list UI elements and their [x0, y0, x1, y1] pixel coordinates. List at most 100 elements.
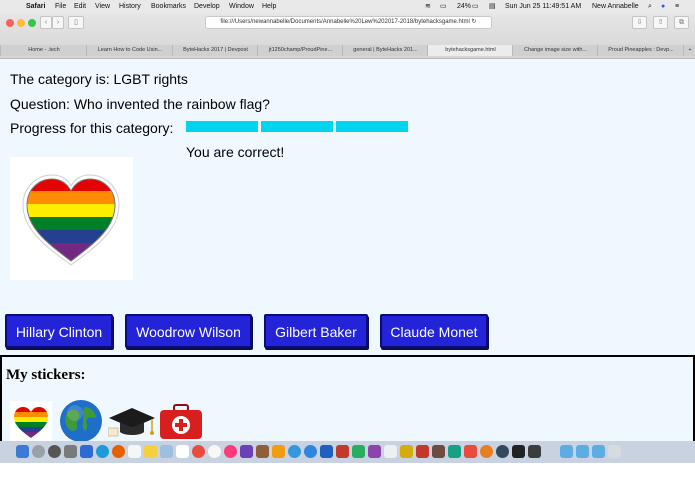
tab-github[interactable]: jt1250champ/ProudPine... [257, 45, 343, 56]
sketch-icon[interactable] [400, 445, 413, 458]
imovie-icon[interactable] [240, 445, 253, 458]
tab-bar: Home - .tech Learn How to Code Usin... B… [0, 45, 695, 58]
progress-label: Progress for this category: [10, 120, 174, 136]
zoom-window-button[interactable] [28, 19, 36, 27]
tab-devpost[interactable]: ByteHacks 2017 | Devpost [172, 45, 258, 56]
quicktime-icon[interactable] [496, 445, 509, 458]
textedit-icon[interactable] [128, 445, 141, 458]
ibooks-icon[interactable] [272, 445, 285, 458]
chrome-icon[interactable] [208, 445, 221, 458]
menu-view[interactable]: View [95, 0, 110, 13]
graduation-cap-sticker [107, 406, 156, 445]
notes-icon[interactable] [144, 445, 157, 458]
brackets-icon[interactable] [480, 445, 493, 458]
notification-center-icon[interactable]: ≡ [675, 0, 679, 13]
tab-bytehacksgame[interactable]: bytehacksgame.html [427, 45, 513, 56]
progress-segment [261, 121, 333, 132]
activity-monitor-icon[interactable] [528, 445, 541, 458]
menu-bar: Safari File Edit View History Bookmarks … [0, 0, 695, 13]
tab-proud-pineapples[interactable]: Proud Pineapples : Devp... [597, 45, 684, 56]
wifi-icon[interactable]: ≋ [425, 0, 431, 13]
acrobat-icon[interactable] [464, 445, 477, 458]
menu-user[interactable]: New Annabelle [592, 0, 639, 13]
excel-icon[interactable] [352, 445, 365, 458]
app-store-icon[interactable] [80, 445, 93, 458]
first-aid-kit-icon [160, 404, 202, 439]
minimize-window-button[interactable] [17, 19, 25, 27]
tab-change-image[interactable]: Change image size with... [512, 45, 598, 56]
menu-file[interactable]: File [55, 0, 66, 13]
onenote-icon[interactable] [368, 445, 381, 458]
new-tab-button[interactable]: + [683, 45, 695, 56]
tab-learn-code[interactable]: Learn How to Code Usin... [86, 45, 173, 56]
flag-input-icon[interactable]: ▤ [489, 0, 496, 13]
minecraft-icon[interactable] [432, 445, 445, 458]
word-icon[interactable] [320, 445, 333, 458]
menu-edit[interactable]: Edit [74, 0, 86, 13]
close-window-button[interactable] [6, 19, 14, 27]
category-text: The category is: LGBT rights [10, 71, 188, 87]
photo-booth-icon[interactable] [64, 445, 77, 458]
share-icon[interactable]: ⇧ [653, 16, 668, 29]
siri-icon[interactable]: ● [661, 0, 665, 13]
firefox-icon[interactable] [112, 445, 125, 458]
forward-button[interactable]: › [52, 16, 64, 29]
screen-bottom [0, 463, 695, 494]
tab-slack-general[interactable]: general | ByteHacks 201... [342, 45, 428, 56]
progress-segment [336, 121, 408, 132]
menu-history[interactable]: History [119, 0, 141, 13]
itunes-icon[interactable] [224, 445, 237, 458]
answer-button-gilbert-baker[interactable]: Gilbert Baker [264, 314, 368, 348]
preview-icon[interactable] [160, 445, 173, 458]
tab-home-tech[interactable]: Home - .tech [0, 45, 87, 56]
progress-segment [186, 121, 258, 132]
spotlight-search-icon[interactable]: ⌕ [648, 0, 652, 13]
globe-icon [60, 400, 102, 442]
airplay-icon[interactable]: ▭ [440, 0, 447, 13]
filezilla-icon[interactable] [416, 445, 429, 458]
vlc-icon[interactable] [384, 445, 397, 458]
trash-icon[interactable] [608, 445, 621, 458]
finder-icon[interactable] [16, 445, 29, 458]
dock-icons [12, 443, 684, 461]
photos-icon[interactable] [192, 445, 205, 458]
address-bar[interactable]: file:///Users/newannabelle/Documents/Ann… [205, 16, 492, 29]
stickers-panel: My stickers: [0, 355, 695, 445]
menu-window[interactable]: Window [229, 0, 254, 13]
tabs-overview-icon[interactable]: ⧉ [674, 16, 689, 29]
downloads-folder-icon[interactable] [592, 445, 605, 458]
calendar-icon[interactable] [176, 445, 189, 458]
first-aid-sticker [159, 404, 203, 445]
question-text: Question: Who invented the rainbow flag? [10, 96, 270, 112]
messages-icon[interactable] [304, 445, 317, 458]
documents-folder-icon[interactable] [576, 445, 589, 458]
downloads-icon[interactable]: ⇩ [632, 16, 647, 29]
launchpad-icon[interactable] [32, 445, 45, 458]
battery-percent[interactable]: 24% [457, 0, 471, 13]
terminal-icon[interactable] [512, 445, 525, 458]
applications-folder-icon[interactable] [560, 445, 573, 458]
graduation-cap-icon [107, 408, 155, 437]
numbers-icon[interactable] [448, 445, 461, 458]
menu-develop[interactable]: Develop [194, 0, 220, 13]
maps-icon[interactable] [288, 445, 301, 458]
back-button[interactable]: ‹ [40, 16, 52, 29]
rainbow-heart-icon [22, 174, 120, 266]
answer-button-woodrow-wilson[interactable]: Woodrow Wilson [125, 314, 252, 348]
sidebar-toggle-icon[interactable]: ▯ [68, 16, 84, 29]
menu-app-name[interactable]: Safari [26, 0, 45, 13]
menu-bookmarks[interactable]: Bookmarks [151, 0, 186, 13]
powerpoint-icon[interactable] [336, 445, 349, 458]
safari-icon[interactable] [96, 445, 109, 458]
rainbow-heart-icon [10, 401, 52, 443]
feedback-text: You are correct! [186, 144, 285, 160]
answer-button-claude-monet[interactable]: Claude Monet [380, 314, 488, 348]
question-image [10, 157, 133, 280]
answer-button-hillary-clinton[interactable]: Hillary Clinton [5, 314, 113, 348]
battery-icon[interactable]: ▭ [472, 0, 479, 13]
menu-help[interactable]: Help [262, 0, 276, 13]
garageband-icon[interactable] [256, 445, 269, 458]
system-preferences-icon[interactable] [48, 445, 61, 458]
menu-datetime[interactable]: Sun Jun 25 11:49:51 AM [505, 0, 581, 13]
address-bar-url: file:///Users/newannabelle/Documents/Ann… [220, 19, 470, 25]
